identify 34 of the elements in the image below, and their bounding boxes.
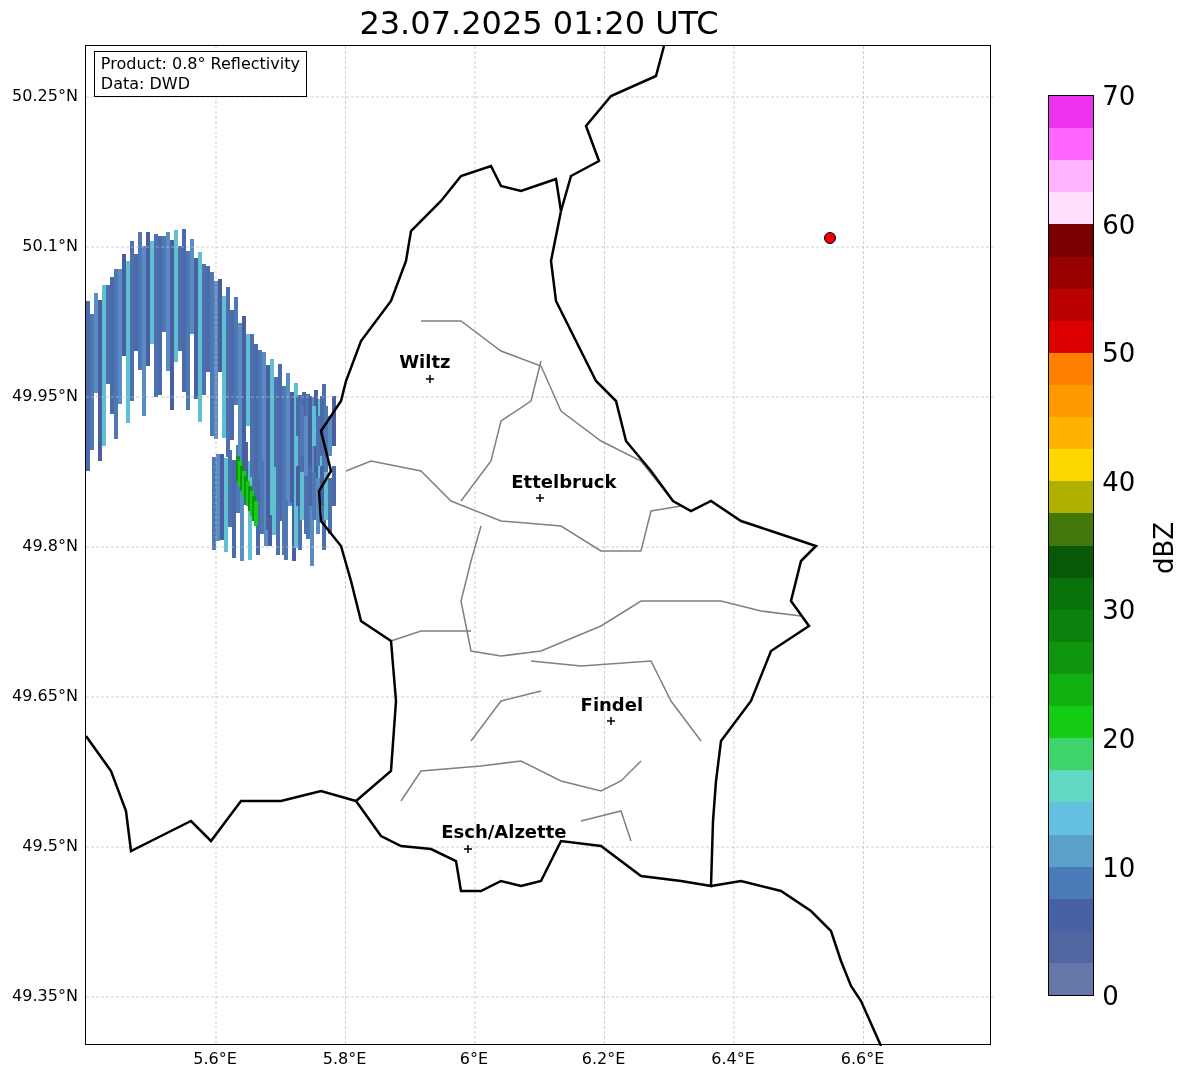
city-label: Findel	[580, 696, 644, 714]
colorbar-tick-label: 20	[1102, 726, 1136, 752]
longitude-label: 6°E	[459, 1051, 489, 1067]
colorbar-tick-label: 30	[1102, 597, 1136, 624]
latitude-label: 49.35°N	[12, 988, 78, 1004]
colorbar-tick-label: 50	[1102, 340, 1136, 367]
latitude-label: 49.65°N	[12, 688, 78, 704]
latitude-label: 50.25°N	[12, 88, 78, 104]
city-label: Esch/Alzette	[441, 823, 567, 841]
latitude-label: 50.1°N	[22, 238, 78, 254]
longitude-label: 5.8°E	[322, 1051, 367, 1067]
colorbar-tick-label: 0	[1102, 983, 1119, 1010]
city-marker	[535, 493, 545, 503]
latitude-label: 49.8°N	[22, 538, 78, 554]
info-text: Data: DWD	[100, 74, 191, 94]
longitude-label: 6.6°E	[840, 1051, 885, 1067]
city-label: Ettelbruck	[511, 473, 617, 491]
colorbar-tick-label: 60	[1102, 211, 1136, 238]
colorbar-tick-label: 40	[1102, 468, 1136, 495]
colorbar-tick-label: 10	[1102, 854, 1136, 881]
colorbar-tick-label: 70	[1102, 83, 1136, 109]
latitude-label: 49.5°N	[22, 838, 78, 854]
colorbar-title: dBZ	[1151, 521, 1178, 575]
info-text: Product: 0.8° Reflectivity	[100, 54, 300, 74]
city-marker	[425, 374, 435, 384]
chart-title: 23.07.2025 01:20 UTC	[359, 6, 719, 39]
city-marker	[463, 844, 473, 854]
latitude-label: 49.95°N	[12, 388, 78, 404]
city-marker	[606, 716, 616, 726]
longitude-label: 5.6°E	[193, 1051, 237, 1067]
radar-site-marker	[823, 232, 836, 244]
longitude-label: 6.4°E	[711, 1051, 755, 1067]
city-label: Wiltz	[399, 353, 451, 371]
longitude-label: 6.2°E	[581, 1051, 626, 1067]
